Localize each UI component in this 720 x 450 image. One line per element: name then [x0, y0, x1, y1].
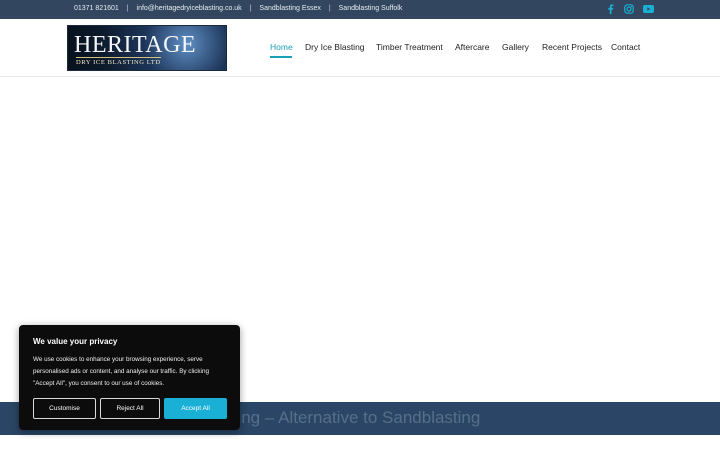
facebook-icon[interactable]	[604, 3, 616, 15]
cookie-description: We use cookies to enhance your browsing …	[33, 356, 209, 387]
nav-home[interactable]: Home	[270, 42, 293, 52]
nav-active-indicator	[270, 56, 292, 58]
logo-subtitle: DRY ICE BLASTING LTD	[76, 57, 161, 66]
nav-dry-ice-blasting[interactable]: Dry Ice Blasting	[305, 42, 365, 52]
logo-word: HERITAGE	[74, 32, 197, 58]
separator: |	[328, 5, 331, 12]
nav-aftercare[interactable]: Aftercare	[455, 42, 490, 52]
email-link[interactable]: info@heritagedryiceblasting.co.uk	[137, 5, 242, 12]
top-bar: 01371 821601 | info@heritagedryiceblasti…	[0, 0, 720, 19]
youtube-icon[interactable]	[642, 3, 654, 15]
top-bar-links: 01371 821601 | info@heritagedryiceblasti…	[74, 5, 402, 12]
accept-all-button[interactable]: Accept All	[164, 398, 227, 419]
separator: |	[249, 5, 252, 12]
sandblasting-suffolk-link[interactable]: Sandblasting Suffolk	[339, 5, 403, 12]
cookie-title: We value your privacy	[33, 337, 118, 346]
site-logo[interactable]: HERITAGE DRY ICE BLASTING LTD	[67, 25, 227, 71]
instagram-icon[interactable]	[623, 3, 635, 15]
nav-recent-projects[interactable]: Recent Projects	[542, 42, 602, 52]
nav-contact[interactable]: Contact	[611, 42, 640, 52]
phone-link[interactable]: 01371 821601	[74, 5, 119, 12]
reject-all-button[interactable]: Reject All	[100, 398, 160, 419]
cookie-consent-dialog: We value your privacy We use cookies to …	[19, 325, 240, 430]
nav-gallery[interactable]: Gallery	[502, 42, 529, 52]
nav-timber-treatment[interactable]: Timber Treatment	[376, 42, 443, 52]
separator: |	[126, 5, 129, 12]
customise-button[interactable]: Customise	[33, 398, 96, 419]
sandblasting-essex-link[interactable]: Sandblasting Essex	[259, 5, 320, 12]
